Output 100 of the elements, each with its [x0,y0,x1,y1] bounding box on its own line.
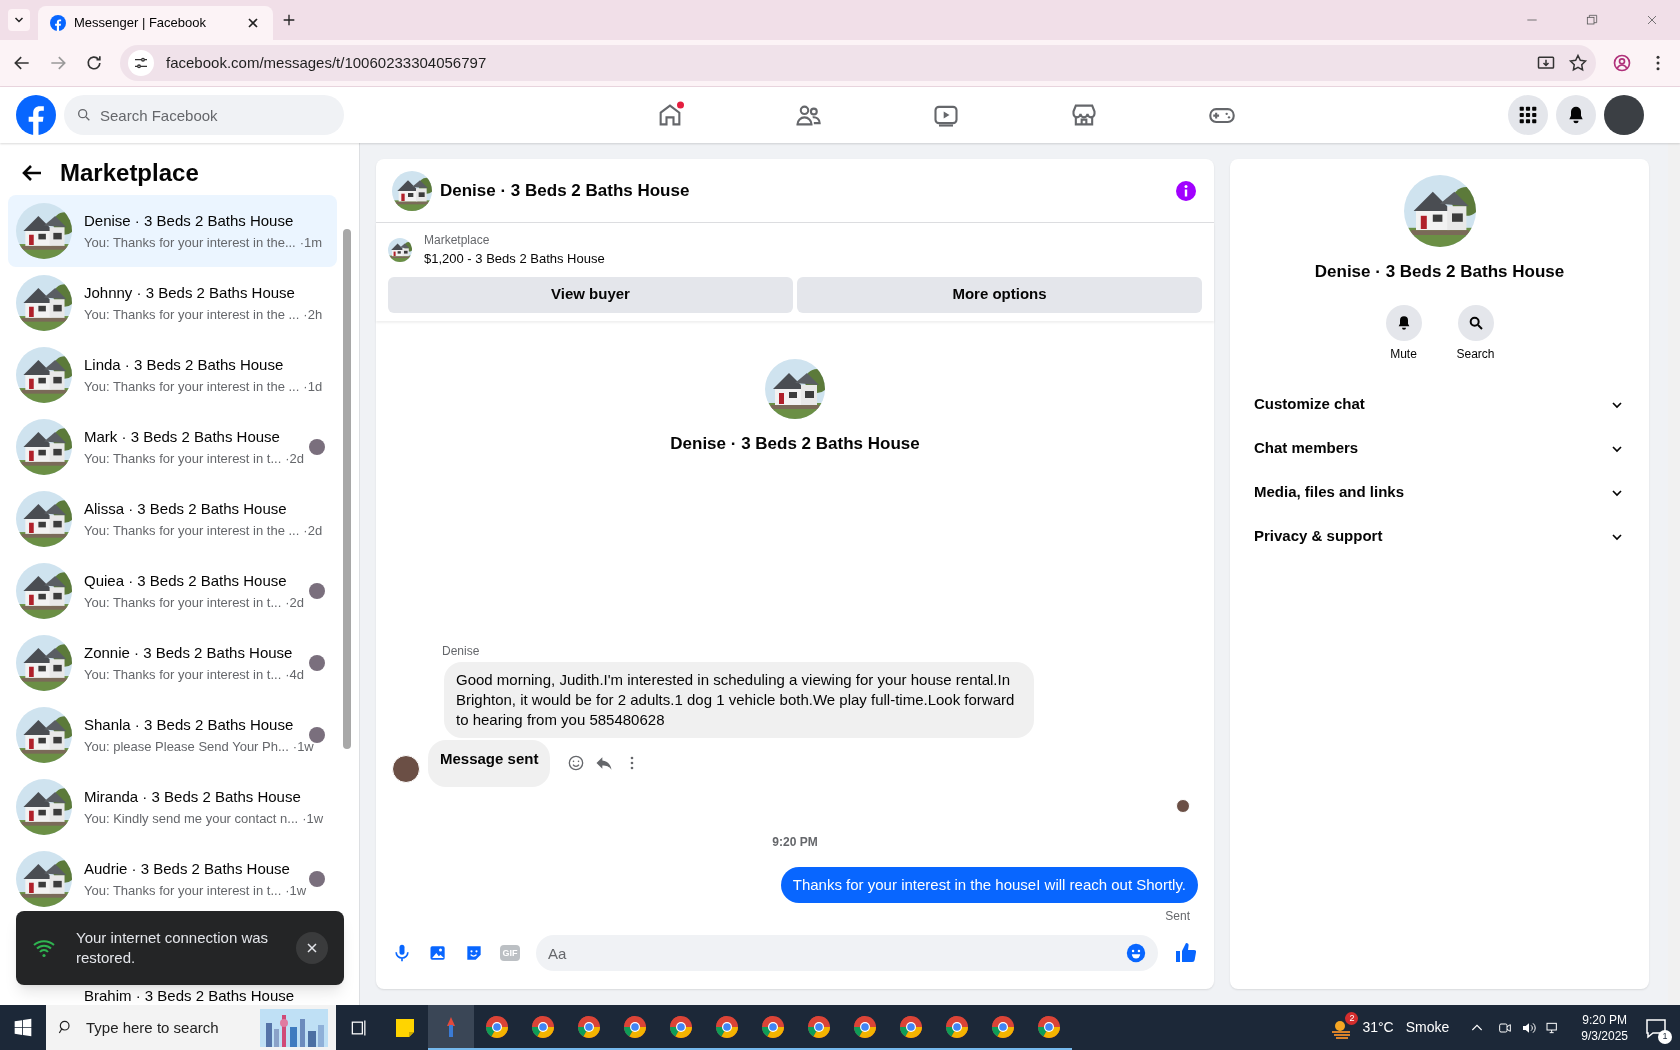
windows-start-icon[interactable] [13,1017,33,1038]
conversation-name: Quiea · 3 Beds 2 Baths House [84,571,288,591]
browser-icon[interactable] [577,1014,601,1039]
browser-icon[interactable] [1037,1014,1061,1039]
avatar [1176,798,1190,813]
conversation-name: Denise · 3 Beds 2 Baths House [84,211,295,231]
profile-icon[interactable] [1612,53,1632,73]
notifications-button[interactable] [1556,95,1596,135]
message-preview: You: Thanks for your interest in the ... [84,305,300,324]
message-time: ·1m [299,233,323,252]
message-preview: You: Thanks for your interest in the ... [84,377,300,396]
message-preview: You: please Please Send Your Ph... [84,737,289,756]
menu-grid-icon [1518,105,1538,125]
message-preview: You: Thanks for your interest in the ... [84,521,300,540]
thumbs-up-icon[interactable] [1174,941,1198,965]
message-bubble: Good morning, Judith.I'm interested in scheduling a viewing for your house rental.In Brighton, it would be for 2 adults.1 dog 1 vehicle both.We play full-time.Look forward to hearing from you 585480628 [444,662,1034,738]
round-button[interactable] [1457,304,1494,341]
tab-list-button[interactable] [8,9,30,31]
conversation-item[interactable]: Denise · 3 Beds 2 Baths House You: Thanks for your interest in the... ·1m [8,195,337,267]
timestamp: 9:20 PM [772,833,818,851]
browser-icon[interactable] [669,1014,693,1039]
message-time: ·2d [285,449,305,468]
facebook-logo-icon[interactable] [16,95,56,135]
site-settings-icon[interactable] [133,55,149,71]
message-preview: You: Thanks for your interest in t... [84,593,282,612]
sidebar-title: Marketplace [60,158,199,188]
star-icon[interactable] [1568,53,1588,73]
conversation-name: Alissa · 3 Beds 2 Baths House [84,499,288,519]
clock-date: 9/3/2025 [1581,1027,1628,1044]
avatar [392,754,420,783]
restore-icon[interactable] [1584,12,1600,28]
url-text: facebook.com/messages/t/10060233304056797 [166,52,488,73]
action-button[interactable]: More options [797,276,1202,313]
section-header[interactable]: Customize chat [1246,382,1633,427]
scrollbar-thumb[interactable] [343,229,351,749]
chat-title: Denise · 3 Beds 2 Baths House [440,179,691,202]
message-field[interactable]: Aa [536,935,1158,971]
plus-icon[interactable] [281,12,297,28]
image-icon[interactable] [428,943,448,963]
search-icon [76,107,92,123]
address-bar[interactable]: facebook.com/messages/t/10060233304056797 [120,45,1596,81]
close-icon [306,942,318,954]
message-preview: You: Thanks for your interest in the... [84,233,296,252]
sender-name: Denise [442,643,481,660]
browser-icon[interactable] [531,1014,555,1039]
sticker-icon[interactable] [464,943,484,963]
listing-label: Marketplace [424,232,491,249]
section-header[interactable]: Privacy & support [1246,514,1633,559]
tab-title: Messenger | Facebook [74,14,207,33]
microphone-icon[interactable] [392,943,412,963]
menu-button[interactable] [1508,95,1548,135]
browser-icon[interactable] [991,1014,1015,1039]
browser-icon[interactable] [761,1014,785,1039]
conversation-name: Mark · 3 Beds 2 Baths House [84,427,281,447]
conversation-name: Johnny · 3 Beds 2 Baths House [84,283,296,303]
browser-icon[interactable] [807,1014,831,1039]
message-time: ·1w [285,881,307,900]
message-time: ·4d [285,665,305,684]
clock-time: 9:20 PM [1582,1011,1627,1028]
profile-name: Denise · 3 Beds 2 Baths House [1314,261,1565,283]
conversation-name: Zonnie · 3 Beds 2 Baths House [84,643,294,663]
action-button[interactable]: View buyer [388,276,793,313]
message-time: ·1d [303,377,323,396]
message-preview: You: Kindly send me your contact n... [84,809,299,828]
message-time: ·1w [302,809,324,828]
message-time: ·1w [292,737,314,756]
notification-count: 1 [1658,1029,1672,1044]
browser-icon[interactable] [485,1014,509,1039]
weather-badge: 2 [1345,1011,1359,1025]
browser-icon[interactable] [899,1014,923,1039]
message-preview: You: Thanks for your interest in t... [84,881,282,900]
browser-icon[interactable] [853,1014,877,1039]
search-icon [1467,314,1484,331]
info-icon[interactable] [1174,178,1198,203]
close-button[interactable] [296,932,328,964]
account-avatar[interactable] [1604,95,1644,135]
message-time: ·2h [303,305,323,324]
message-bubble: Thanks for your interest in the houseI will reach out Shortly. [780,866,1198,903]
round-button[interactable] [1385,304,1422,341]
profile-name: Denise · 3 Beds 2 Baths House [670,432,920,455]
facebook-logo-icon [50,15,66,31]
conversation-name: Shanla · 3 Beds 2 Baths House [84,715,295,735]
emoji-icon[interactable] [1126,943,1146,963]
search-field[interactable]: Search Facebook [64,95,344,135]
conversation-name: Miranda · 3 Beds 2 Baths House [84,787,302,807]
browser-icon[interactable] [715,1014,739,1039]
browser-tab[interactable]: Messenger | Facebook [38,6,273,40]
temperature: 31°C [1362,1018,1394,1037]
toast-message: Your internet connection was restored. [76,928,270,968]
browser-icon[interactable] [623,1014,647,1039]
section-header[interactable]: Media, files and links [1246,470,1633,515]
message-preview: You: Thanks for your interest in t... [84,449,282,468]
browser-icon[interactable] [945,1014,969,1039]
section-header[interactable]: Chat members [1246,426,1633,471]
listing-title: $1,200 - 3 Beds 2 Baths House [424,250,605,268]
action-label: Mute [1390,345,1417,363]
conversation-name: Audrie · 3 Beds 2 Baths House [84,859,291,879]
reload-icon[interactable] [84,53,104,73]
message-time: ·2d [303,521,323,540]
message-preview: You: Thanks for your interest in t... [84,665,282,684]
